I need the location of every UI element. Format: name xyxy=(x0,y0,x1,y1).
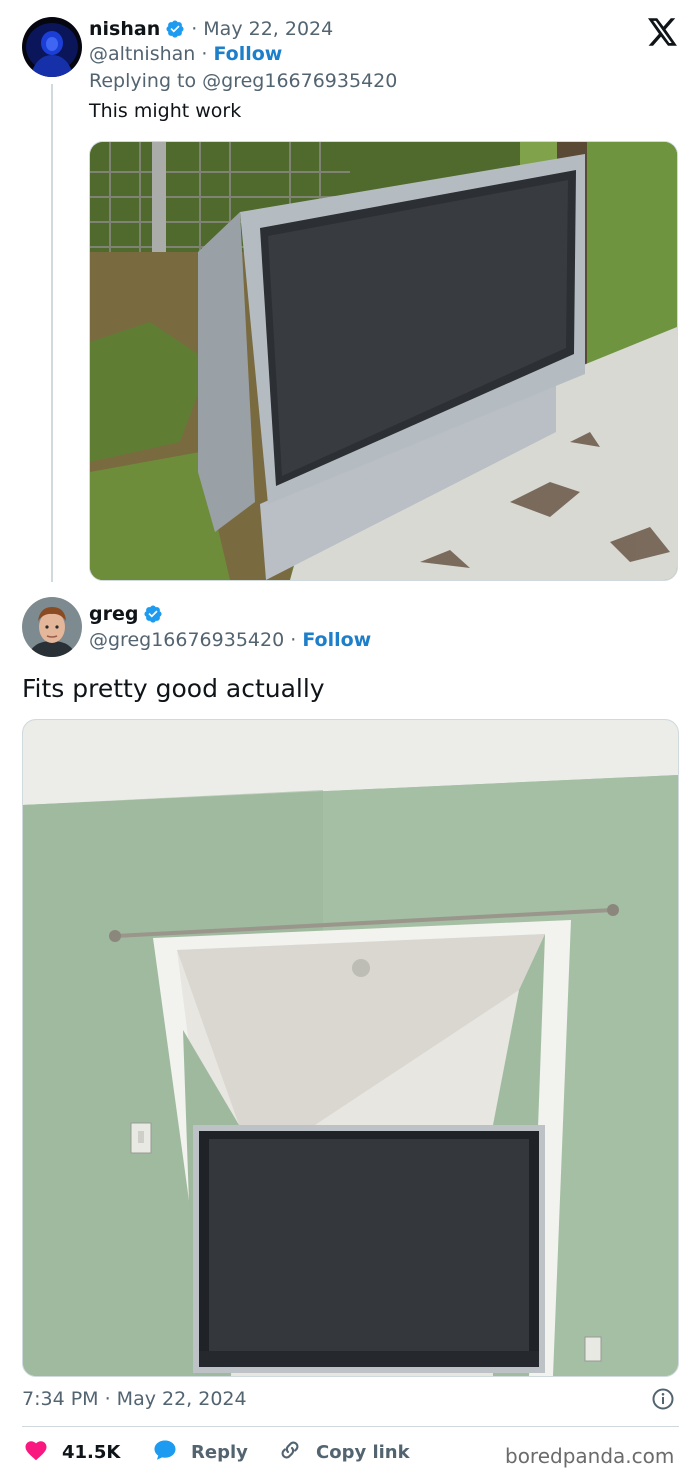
thread-line xyxy=(51,84,53,582)
separator-dot: · xyxy=(290,629,303,651)
author-name[interactable]: nishan xyxy=(89,18,160,40)
watermark: boredpanda.com xyxy=(505,1444,675,1468)
separator-dot: · xyxy=(201,43,214,65)
reply-label: Reply xyxy=(191,1441,248,1463)
author-handle[interactable]: @greg16676935420 xyxy=(89,629,284,651)
reply-button[interactable]: Reply xyxy=(153,1438,248,1466)
verified-badge-icon xyxy=(165,19,185,39)
tweet-photo-outdoor-tv[interactable] xyxy=(89,141,678,581)
link-icon xyxy=(278,1438,302,1467)
follow-button[interactable]: Follow xyxy=(213,43,282,65)
verified-badge-icon xyxy=(143,604,163,624)
copy-link-button[interactable]: Copy link xyxy=(278,1438,410,1466)
divider xyxy=(22,1426,679,1427)
like-count: 41.5K xyxy=(62,1441,121,1463)
author-name[interactable]: greg xyxy=(89,603,138,625)
reply-tweet-text: This might work xyxy=(89,100,242,122)
replying-to[interactable]: Replying to @greg16676935420 xyxy=(89,70,397,92)
author-handle[interactable]: @altnishan xyxy=(89,43,195,65)
heart-icon xyxy=(24,1439,48,1466)
tweet-photo-wall-tv[interactable] xyxy=(22,719,679,1377)
main-tweet-text: Fits pretty good actually xyxy=(22,674,325,703)
info-icon[interactable] xyxy=(652,1388,674,1410)
avatar-nishan[interactable] xyxy=(22,17,82,77)
follow-button[interactable]: Follow xyxy=(302,629,371,651)
tweet-timestamp[interactable]: 7:34 PM · May 22, 2024 xyxy=(22,1388,247,1410)
copy-link-label: Copy link xyxy=(316,1441,410,1463)
avatar-greg[interactable] xyxy=(22,597,82,657)
reply-bubble-icon xyxy=(153,1439,177,1466)
like-button[interactable]: 41.5K xyxy=(24,1438,120,1466)
x-logo-icon[interactable] xyxy=(648,18,678,48)
separator-dot: · xyxy=(191,18,198,40)
tweet-date[interactable]: May 22, 2024 xyxy=(203,18,333,40)
